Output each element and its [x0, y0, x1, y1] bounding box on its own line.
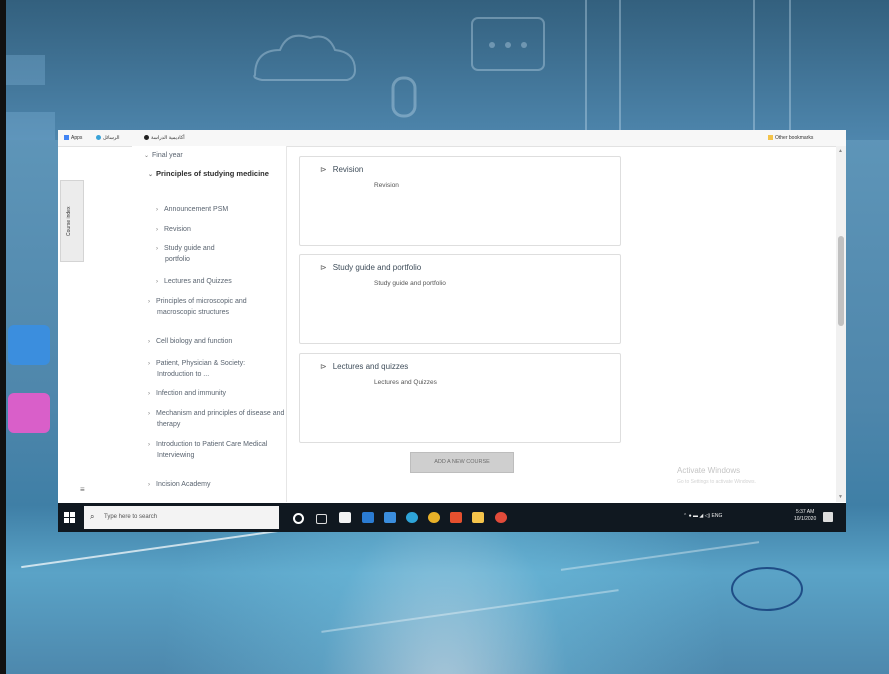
scroll-down-icon[interactable]: ▼	[838, 494, 843, 500]
task-view-icon[interactable]	[316, 514, 327, 524]
forum-icon: ⊳	[320, 263, 327, 272]
edge-icon[interactable]	[406, 512, 418, 523]
course-index-toggle[interactable]: Course index	[60, 180, 84, 262]
nav-item-principles-of-studying-medicine[interactable]: ⌄ Principles of studying medicine	[148, 169, 283, 181]
chevron-right-icon: ›	[156, 279, 158, 285]
notification-icon[interactable]	[823, 512, 833, 522]
scroll-thumb[interactable]	[838, 236, 844, 326]
nav-item-cell-biology[interactable]: › Cell biology and function	[148, 337, 285, 348]
chevron-right-icon: ›	[148, 299, 150, 305]
nav-item-final-year[interactable]: ⌄ Final year	[144, 151, 294, 162]
section-card-lectures[interactable]: ⊳ Lectures and quizzes Lectures and Quizz…	[299, 353, 621, 443]
section-card-revision[interactable]: ⊳ Revision Revision	[299, 156, 621, 246]
office-icon[interactable]	[450, 512, 462, 523]
nav-item-microscopic-structures[interactable]: › Principles of microscopic and macroscop…	[148, 297, 285, 317]
nav-item-intro-patient-care[interactable]: › Introduction to Patient Care Medical In…	[148, 440, 269, 460]
chevron-right-icon: ›	[156, 246, 158, 252]
chevron-right-icon: ›	[156, 207, 158, 213]
chevron-right-icon: ›	[148, 411, 150, 417]
nav-item-lectures-and-quizzes[interactable]: › Lectures and Quizzes	[156, 277, 285, 288]
bookmarks-bar: Apps الرسائل أكاديمية الدراسة Other book…	[58, 130, 846, 147]
course-index: ⌄ Final year ⌄ Principles of studying medi…	[132, 146, 287, 502]
apps-grid-icon	[64, 135, 69, 141]
chevron-right-icon: ›	[148, 391, 150, 397]
explorer-icon[interactable]	[472, 512, 484, 523]
language-indicator[interactable]: ENG	[712, 513, 723, 519]
nav-item-incision-academy[interactable]: › Incision Academy	[148, 480, 285, 491]
chevron-down-icon: ⌄	[148, 172, 154, 178]
photos-icon[interactable]	[384, 512, 396, 523]
section-description: Lectures and Quizzes	[374, 379, 437, 386]
folder-icon	[768, 135, 773, 141]
nav-item-infection-and-immunity[interactable]: › Infection and immunity	[148, 389, 285, 400]
section-title[interactable]: ⊳ Lectures and quizzes	[320, 362, 408, 371]
activation-watermark-subtitle: Go to Settings to activate Windows.	[677, 479, 756, 485]
section-title[interactable]: ⊳ Revision	[320, 165, 363, 174]
clock-time: 5:37 AM	[795, 509, 815, 515]
bookmark-other[interactable]: Other bookmarks	[768, 135, 813, 141]
chevron-right-icon: ›	[148, 339, 150, 345]
chevron-right-icon: ›	[148, 442, 150, 448]
store-icon[interactable]	[339, 512, 351, 523]
cortana-icon[interactable]	[293, 513, 304, 524]
activation-watermark-title: Activate Windows	[677, 466, 741, 475]
desktop-shortcut-icon[interactable]	[8, 325, 50, 365]
section-title[interactable]: ⊳ Study guide and portfolio	[320, 263, 421, 272]
system-tray[interactable]: ⌃ ● ▬ ◢ ◁) ENG	[683, 513, 722, 519]
taskbar-search-input[interactable]: ⌕ Type here to search	[84, 506, 279, 529]
media-icon[interactable]	[495, 512, 507, 523]
bookmark-apps[interactable]: Apps	[64, 135, 82, 141]
drawn-circle-mark	[731, 567, 803, 611]
nav-item-announcement-psm[interactable]: › Announcement PSM	[156, 205, 285, 216]
course-content: ⊳ Revision Revision ⊳ Study guide and port…	[287, 146, 827, 502]
desktop-shortcut-icon[interactable]	[8, 393, 50, 433]
section-description: Study guide and portfolio	[374, 280, 446, 287]
section-card-study-guide[interactable]: ⊳ Study guide and portfolio Study guide a…	[299, 254, 621, 344]
clock-date: 10/1/2020	[794, 516, 817, 522]
chevron-right-icon: ›	[148, 482, 150, 488]
course-index-label: Course index	[66, 206, 72, 236]
add-new-course-button[interactable]: ADD A NEW COURSE	[410, 452, 514, 473]
monitor-screen: Apps الرسائل أكاديمية الدراسة Other book…	[58, 130, 846, 532]
nav-item-mechanism-and-principles[interactable]: › Mechanism and principles of disease and…	[148, 409, 285, 429]
search-icon: ⌕	[90, 512, 95, 521]
page-scrollbar[interactable]: ▲ ▼	[836, 146, 846, 502]
chevron-right-icon: ›	[148, 361, 150, 367]
windows-taskbar: ⌕ Type here to search ⌃ ● ▬ ◢ ◁) ENG 5:3…	[58, 503, 846, 532]
globe-icon	[96, 135, 101, 141]
search-placeholder: Type here to search	[104, 514, 158, 520]
section-description: Revision	[374, 182, 399, 189]
photo-edge	[0, 0, 6, 674]
nav-item-patient-physician-society[interactable]: › Patient, Physician & Society: Introduct…	[148, 359, 275, 379]
forum-icon: ⊳	[320, 362, 327, 371]
taskbar-clock[interactable]: 5:37 AM 10/1/2020	[794, 509, 816, 523]
chrome-icon[interactable]	[428, 512, 440, 523]
scroll-up-icon[interactable]: ▲	[838, 148, 843, 154]
forum-icon: ⊳	[320, 165, 327, 174]
bookmark-item[interactable]: الرسائل	[96, 135, 120, 141]
bookmark-item[interactable]: أكاديمية الدراسة	[144, 135, 185, 141]
chevron-down-icon: ⌄	[144, 153, 150, 159]
windows-start-icon[interactable]	[64, 512, 75, 523]
wallpaper-cloud-graphics	[0, 0, 791, 140]
chevron-right-icon: ›	[156, 227, 158, 233]
nav-item-study-guide[interactable]: › Study guide and portfolio	[156, 244, 241, 264]
nav-item-revision[interactable]: › Revision	[156, 225, 285, 236]
mail-icon[interactable]	[362, 512, 374, 523]
bookmark-icon	[144, 135, 149, 141]
menu-icon[interactable]: ≡	[80, 485, 85, 494]
